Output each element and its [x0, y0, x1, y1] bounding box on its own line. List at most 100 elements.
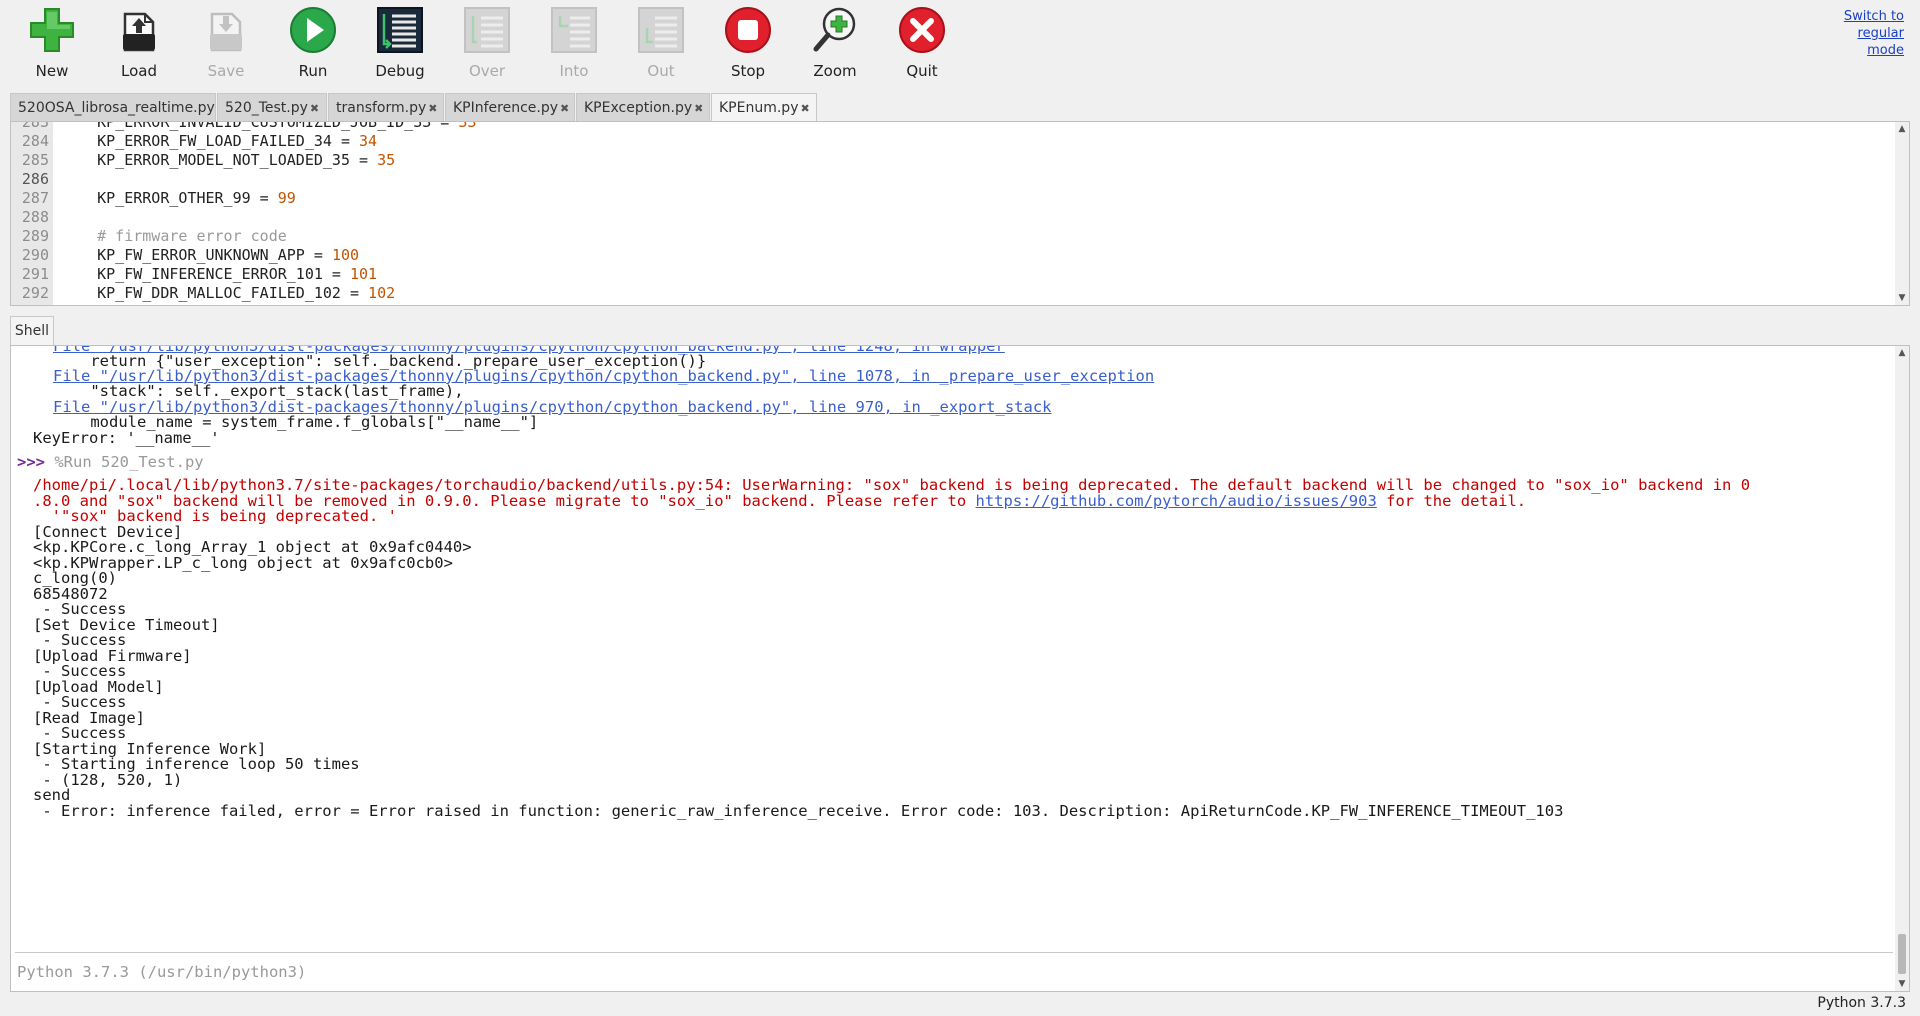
shell-console[interactable]: File "/usr/lib/python3/dist-packages/tho…	[10, 345, 1910, 992]
step-over-button[interactable]: Over	[452, 6, 522, 82]
new-button[interactable]: New	[17, 6, 87, 82]
code-text: KP_ERROR_INVALID_CUSTOMIZED_JOB_ID_33 =	[61, 121, 459, 131]
new-icon	[30, 8, 74, 52]
editor-scrollbar[interactable]: ▲ ▼	[1895, 122, 1909, 305]
code-comment: # firmware error code	[97, 227, 287, 245]
run-icon	[290, 7, 336, 53]
code-number: 34	[359, 132, 378, 150]
line-number: 283	[21, 122, 49, 131]
zoom-label: Zoom	[813, 62, 857, 80]
tab-label: KPInference.py	[453, 100, 559, 116]
line-number-current: 286	[21, 170, 49, 188]
stop-button[interactable]: Stop	[713, 6, 783, 82]
shell-command: %Run 520_Test.py	[54, 453, 204, 471]
step-out-icon	[638, 7, 684, 53]
code-line: KP_ERROR_MODEL_NOT_LOADED_35 = 35	[61, 151, 395, 170]
line-number: 289	[21, 227, 49, 245]
interpreter-status[interactable]: Python 3.7.3	[1817, 995, 1906, 1011]
zoom-icon	[813, 7, 856, 52]
close-icon[interactable]: ✖	[310, 102, 319, 115]
load-icon	[123, 12, 155, 52]
status-bar: Python 3.7.3	[0, 992, 1920, 1016]
stop-icon	[725, 7, 771, 53]
save-label: Save	[207, 62, 245, 80]
shell-separator	[15, 952, 1893, 953]
traceback-error: KeyError: '__name__'	[33, 429, 220, 447]
step-over-icon	[464, 7, 510, 53]
code-line: KP_ERROR_FW_LOAD_FAILED_34 = 34	[61, 132, 377, 151]
code-line: KP_FW_INFERENCE_ERROR_101 = 101	[61, 265, 377, 284]
line-number: 290	[21, 246, 49, 264]
code-line: KP_ERROR_INVALID_CUSTOMIZED_JOB_ID_33 = …	[61, 121, 477, 132]
shell-scrollbar[interactable]: ▲ ▼	[1895, 346, 1909, 991]
code-number: 102	[368, 284, 396, 302]
step-into-icon	[551, 7, 597, 53]
line-number: 291	[21, 265, 49, 283]
tab-kpenum[interactable]: KPEnum.py ✖	[711, 93, 817, 122]
switch-mode-line-3: mode	[1867, 43, 1904, 58]
code-number: 35	[377, 151, 396, 169]
close-icon[interactable]: ✖	[800, 102, 809, 115]
line-number: 285	[21, 151, 49, 169]
save-icon	[210, 12, 242, 52]
scrollbar-thumb[interactable]	[1898, 934, 1906, 974]
step-into-label: Into	[559, 62, 589, 80]
line-number: 284	[21, 132, 49, 150]
switch-mode-link[interactable]: Switch to regular mode	[1824, 8, 1904, 59]
tab-label: KPEnum.py	[719, 100, 799, 116]
debug-label: Debug	[375, 62, 425, 80]
code-text: KP_ERROR_MODEL_NOT_LOADED_35 =	[61, 151, 378, 169]
shell-command-row: >>> %Run 520_Test.py	[17, 453, 204, 472]
debug-button[interactable]: Debug	[365, 6, 435, 82]
code-text: KP_FW_INFERENCE_ERROR_101 =	[61, 265, 350, 283]
debug-icon	[377, 7, 423, 53]
code-text: KP_FW_ERROR_UNKNOWN_APP =	[61, 246, 332, 264]
code-editor[interactable]: 283 284 285 286 287 288 289 290 291 292 …	[10, 121, 1910, 306]
code-line: KP_ERROR_OTHER_99 = 99	[61, 189, 296, 208]
close-icon[interactable]: ✖	[694, 102, 703, 115]
close-icon[interactable]: ✖	[560, 102, 569, 115]
tab-kpexception[interactable]: KPException.py ✖	[576, 93, 710, 121]
quit-label: Quit	[906, 62, 938, 80]
tab-520-test[interactable]: 520_Test.py ✖	[217, 93, 327, 121]
close-icon[interactable]: ✖	[428, 102, 437, 115]
zoom-button[interactable]: Zoom	[800, 6, 870, 82]
quit-button[interactable]: Quit	[887, 6, 957, 82]
code-text: KP_ERROR_OTHER_99 =	[61, 189, 278, 207]
scroll-up-icon[interactable]: ▲	[1895, 122, 1909, 136]
scroll-up-icon[interactable]: ▲	[1895, 346, 1909, 360]
code-number: 99	[277, 189, 296, 207]
code-number: 33	[458, 121, 477, 131]
code-line: # firmware error code	[61, 227, 287, 246]
line-number-gutter: 283 284 285 286 287 288 289 290 291 292	[11, 122, 53, 305]
stop-label: Stop	[730, 62, 766, 80]
run-button[interactable]: Run	[278, 6, 348, 82]
new-label: New	[35, 62, 69, 80]
step-into-button[interactable]: Into	[539, 6, 609, 82]
code-line: KP_FW_DDR_MALLOC_FAILED_102 = 102	[61, 284, 395, 303]
output-line-error: - Error: inference failed, error = Error…	[33, 802, 1564, 820]
warning-link[interactable]: https://github.com/pytorch/audio/issues/…	[976, 492, 1377, 510]
tab-520osa-librosa-realtime[interactable]: 520OSA_librosa_realtime.py✖	[10, 93, 226, 121]
code-line: KP_FW_ERROR_UNKNOWN_APP = 100	[61, 246, 359, 265]
shell-input[interactable]: Python 3.7.3 (/usr/bin/python3)	[17, 963, 306, 982]
tab-label: 520OSA_librosa_realtime.py	[18, 100, 215, 116]
shell-prompt: >>>	[17, 453, 55, 471]
step-out-button[interactable]: Out	[626, 6, 696, 82]
warning-text: for the detail.	[1376, 492, 1527, 510]
line-number: 287	[21, 189, 49, 207]
load-button[interactable]: Load	[104, 6, 174, 82]
step-out-label: Out	[647, 62, 675, 80]
quit-icon	[899, 7, 945, 53]
scroll-down-icon[interactable]: ▼	[1895, 291, 1909, 305]
load-label: Load	[121, 62, 157, 80]
scroll-down-icon[interactable]: ▼	[1895, 977, 1909, 991]
tab-kpinference[interactable]: KPInference.py ✖	[445, 93, 575, 121]
tab-shell[interactable]: Shell	[10, 316, 54, 345]
tab-transform[interactable]: transform.py ✖	[328, 93, 444, 121]
line-number: 292	[21, 284, 49, 302]
tab-label: transform.py	[336, 100, 427, 116]
save-button[interactable]: Save	[191, 6, 261, 82]
toolbar: New Load Save Run Debug Over Into Out St…	[0, 0, 1920, 88]
